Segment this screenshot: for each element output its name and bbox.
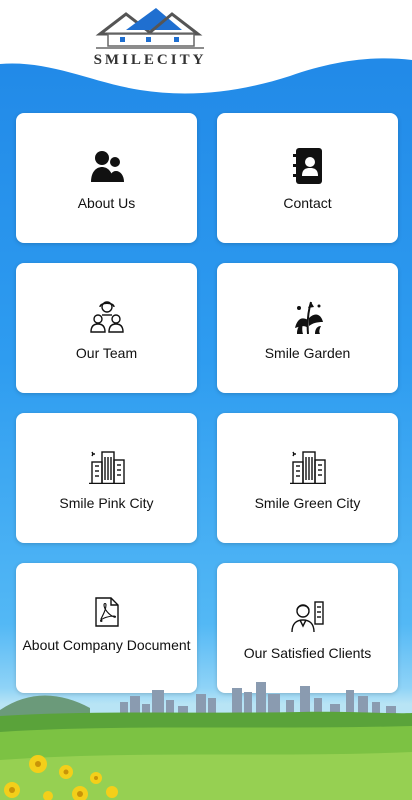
- card-label: Our Team: [75, 345, 138, 361]
- app-header: SMILECITY: [0, 0, 412, 110]
- city-buildings-icon: [217, 447, 398, 485]
- contact-book-icon: [217, 147, 398, 185]
- garden-icon: [217, 297, 398, 335]
- our-team-card[interactable]: Our Team: [16, 263, 197, 393]
- about-company-document-card[interactable]: About Company Document: [16, 563, 197, 693]
- people-icon: [16, 147, 197, 185]
- brand-name: SMILECITY: [93, 52, 207, 68]
- our-satisfied-clients-card[interactable]: Our Satisfied Clients: [217, 563, 398, 693]
- smile-green-city-card[interactable]: Smile Green City: [217, 413, 398, 543]
- city-buildings-icon: [16, 447, 197, 485]
- contact-card[interactable]: Contact: [217, 113, 398, 243]
- card-label: About Company Document: [22, 637, 191, 653]
- pdf-icon: [16, 593, 197, 631]
- about-us-card[interactable]: About Us: [16, 113, 197, 243]
- brand-logo: SMILECITY: [86, 4, 214, 70]
- card-label: Contact: [283, 195, 332, 211]
- smile-pink-city-card[interactable]: Smile Pink City: [16, 413, 197, 543]
- client-icon: [217, 597, 398, 635]
- card-label: Smile Pink City: [59, 495, 154, 511]
- card-label: Smile Garden: [264, 345, 351, 361]
- city-landscape-illustration: [0, 682, 412, 800]
- card-label: Our Satisfied Clients: [243, 645, 372, 661]
- house-logo-icon: [95, 8, 204, 49]
- card-label: Smile Green City: [254, 495, 361, 511]
- team-icon: [16, 297, 197, 335]
- card-label: About Us: [77, 195, 136, 211]
- smile-garden-card[interactable]: Smile Garden: [217, 263, 398, 393]
